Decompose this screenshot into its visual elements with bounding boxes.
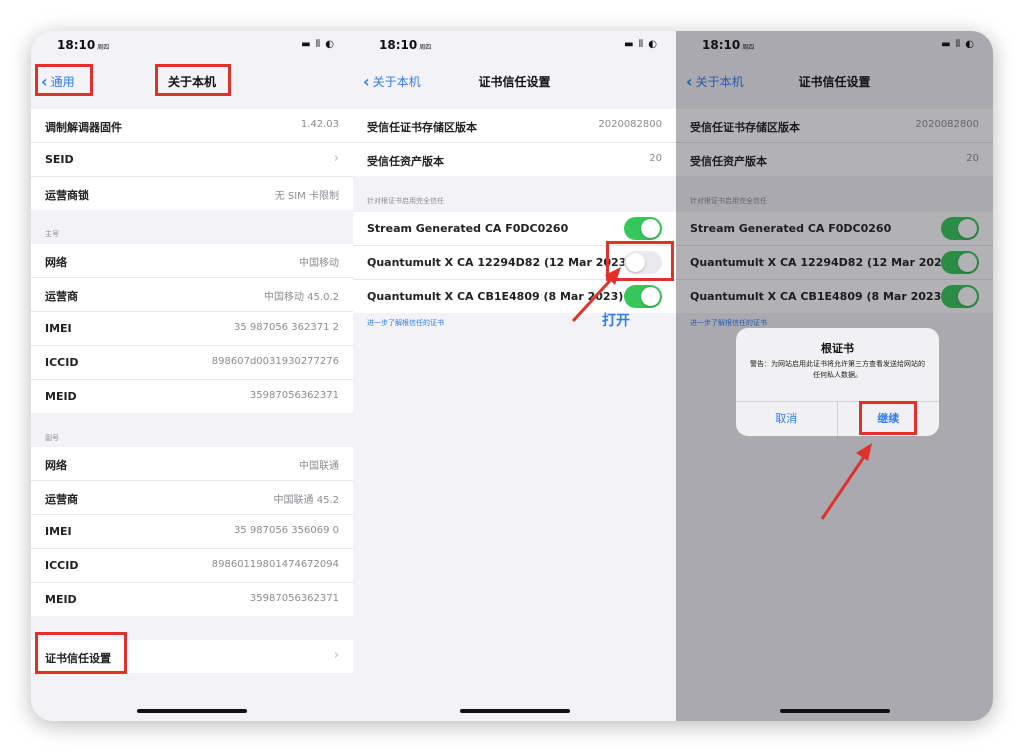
list-item: 调制解调器固件 1.42.03 <box>31 109 353 143</box>
status-time: 18:10 周四 <box>57 38 110 52</box>
nav-bar: ‹ 关于本机 证书信任设置 <box>353 61 676 101</box>
root-cert-alert-screen: 18:10 周四 ▬ ⦀ ◐ ‹ 关于本机 证书信任设置 受信任证书存储区版本 202… <box>676 31 993 721</box>
list-item: MEID 35987056362371 <box>45 593 339 606</box>
chevron-right-icon: › <box>333 648 339 663</box>
list-item: IMEI 35 987056 356069 0 <box>31 515 353 549</box>
section-header-root-trust: 针对根证书启用完全信任 <box>367 197 444 205</box>
signal-wifi-battery-icon: ▬ ⦀ ◐ <box>301 39 335 50</box>
highlight-continue-box <box>859 401 917 435</box>
signal-wifi-battery-icon: ▬ ⦀ ◐ <box>624 39 658 50</box>
list-item: IMEI 35 987056 362371 2 <box>31 312 353 346</box>
status-bar: 18:10 周四 ▬ ⦀ ◐ <box>353 31 676 61</box>
home-indicator <box>137 709 247 713</box>
cert-trust-screen: 18:10 周四 ▬ ⦀ ◐ ‹ 关于本机 证书信任设置 受信任证书存储区版本 202… <box>353 31 676 721</box>
chevron-right-icon: › <box>333 151 339 166</box>
alert-message: 警告：为网站启用此证书将允许第三方查看发送给网站的任何私人数据。 <box>750 360 925 379</box>
list-item: 网络 中国移动 <box>31 244 353 278</box>
status-time: 18:10 周四 <box>379 38 432 52</box>
page-title: 证书信任设置 <box>478 75 551 89</box>
device-info-group: 调制解调器固件 1.42.03 SEID › 运营商锁无 SIM 卡限制 <box>31 109 353 210</box>
cert-trust-toggle[interactable] <box>624 217 662 240</box>
list-item: MEID 35987056362371 <box>45 390 339 403</box>
home-indicator <box>459 709 570 713</box>
status-bar: 18:10 周四 ▬ ⦀ ◐ <box>31 31 353 61</box>
list-item: 网络 中国联通 <box>31 447 353 481</box>
seid-row[interactable]: SEID › <box>31 143 353 177</box>
highlight-title-box <box>155 64 231 96</box>
about-device-screen: 18:10 周四 ▬ ⦀ ◐ ‹ 通用 关于本机 调制解调器固件 1.42.03 SE… <box>31 31 353 721</box>
list-item: 运营商锁无 SIM 卡限制 <box>45 189 339 202</box>
primary-sim-group: 网络 中国移动 运营商 中国移动 45.0.2 IMEI 35 987056 3623… <box>31 244 353 413</box>
list-item: 受信任证书存储区版本 2020082800 <box>353 109 676 143</box>
screenshot-frame: 18:10 周四 ▬ ⦀ ◐ ‹ 通用 关于本机 调制解调器固件 1.42.03 SE… <box>31 31 993 721</box>
list-item: 运营商 中国移动 45.0.2 <box>31 278 353 312</box>
highlight-back-box <box>35 64 93 96</box>
alert-title: 根证书 <box>821 342 854 355</box>
secondary-sim-group: 网络 中国联通 运营商 中国联通 45.2 IMEI 35 987056 356069… <box>31 447 353 616</box>
list-item: ICCID 898607d0031930277276 <box>31 346 353 380</box>
trust-info-group: 受信任证书存储区版本 2020082800 受信任资产版本 20 <box>353 109 676 176</box>
list-item: 受信任资产版本 20 <box>367 153 662 168</box>
annotation-arrow-icon <box>820 443 872 520</box>
highlight-cert-trust-box <box>35 632 127 674</box>
list-item: 运营商 中国联通 45.2 <box>31 481 353 515</box>
section-header-secondary: 副号 <box>45 434 59 442</box>
cancel-button[interactable]: 取消 <box>736 402 838 436</box>
learn-more-link[interactable]: 进一步了解根信任的证书 <box>367 318 444 328</box>
annotation-open-label: 打开 <box>602 313 630 329</box>
list-item: ICCID 89860119801474672094 <box>31 549 353 583</box>
section-header-primary: 主号 <box>45 230 59 238</box>
